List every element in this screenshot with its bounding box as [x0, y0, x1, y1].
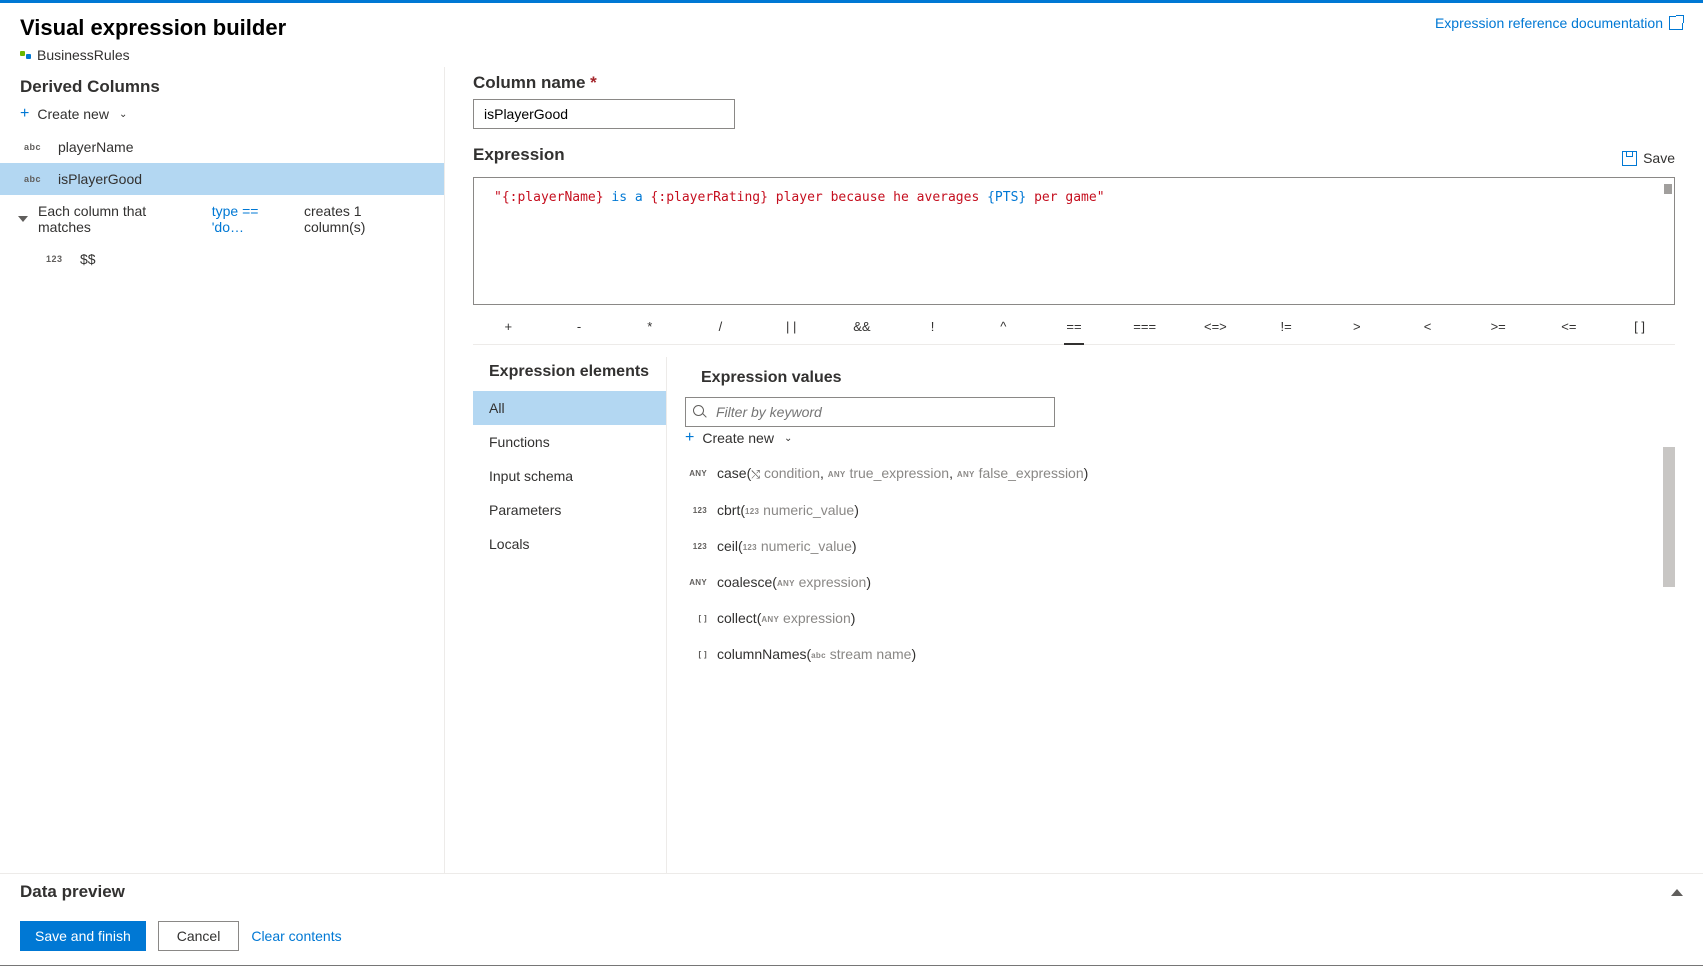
app-frame: Visual expression builder BusinessRules …: [0, 3, 1703, 966]
doc-link-label: Expression reference documentation: [1435, 15, 1663, 31]
header: Visual expression builder BusinessRules …: [0, 3, 1703, 67]
fn-columnNames[interactable]: [ ]columnNames(abc stream name): [685, 636, 1657, 672]
operator-[interactable]: +: [473, 313, 544, 344]
content-pane: Column name * Expression Save "{:playerN…: [445, 67, 1703, 873]
return-type: [ ]: [685, 650, 707, 659]
chevron-down-icon: ⌄: [119, 109, 127, 120]
chevron-up-icon: [1671, 889, 1683, 896]
fn-case[interactable]: ANYcase(⤭ condition, ANY true_expression…: [685, 455, 1657, 492]
operator-[interactable]: ==: [1039, 313, 1110, 344]
operator-[interactable]: <: [1392, 313, 1463, 344]
save-label: Save: [1643, 150, 1675, 166]
elements-title: Expression elements: [473, 357, 666, 391]
pattern-prefix: Each column that matches: [38, 203, 202, 235]
derived-columns-sidebar: Derived Columns + Create new ⌄ abc player…: [0, 67, 445, 873]
dataset-name: BusinessRules: [37, 47, 130, 63]
element-functions[interactable]: Functions: [473, 425, 666, 459]
expression-editor[interactable]: "{:playerName} is a {:playerRating} play…: [473, 177, 1675, 305]
col-name: playerName: [58, 139, 133, 155]
values-title: Expression values: [685, 363, 1657, 397]
return-type: 123: [685, 506, 707, 515]
element-parameters[interactable]: Parameters: [473, 493, 666, 527]
expression-label: Expression: [473, 145, 565, 165]
data-preview-bar[interactable]: Data preview: [0, 873, 1703, 910]
page-title: Visual expression builder: [20, 15, 286, 41]
sidebar-title: Derived Columns: [0, 73, 444, 103]
plus-icon: +: [685, 429, 694, 447]
operator-[interactable]: /: [685, 313, 756, 344]
operator-[interactable]: *: [614, 313, 685, 344]
pattern-condition[interactable]: type == 'do…: [212, 203, 294, 235]
search-icon: [693, 405, 707, 419]
chevron-down-icon: ⌄: [784, 433, 792, 444]
fn-collect[interactable]: [ ]collect(ANY expression): [685, 600, 1657, 636]
element-input-schema[interactable]: Input schema: [473, 459, 666, 493]
cancel-button[interactable]: Cancel: [158, 921, 240, 951]
operator-[interactable]: >=: [1463, 313, 1534, 344]
sub-col-name: $$: [80, 251, 96, 267]
operator-toolbar: +-*/| |&&!^=====<=>!=><>=<=[ ]: [473, 313, 1675, 345]
external-link-icon: [1669, 16, 1683, 30]
preview-title: Data preview: [20, 882, 125, 902]
element-locals[interactable]: Locals: [473, 527, 666, 561]
clear-contents-link[interactable]: Clear contents: [251, 928, 341, 944]
filter-input[interactable]: [685, 397, 1055, 427]
expression-elements-panel: Expression elements AllFunctionsInput sc…: [473, 357, 667, 873]
column-name-label: Column name *: [473, 73, 1675, 93]
create-new-value[interactable]: + Create new ⌄: [685, 427, 1657, 455]
return-type: [ ]: [685, 614, 707, 623]
fn-cbrt[interactable]: 123cbrt(123 numeric_value): [685, 492, 1657, 528]
operator-[interactable]: -: [544, 313, 615, 344]
pattern-sub-column[interactable]: 123 $$: [0, 243, 444, 275]
operator-[interactable]: ^: [968, 313, 1039, 344]
editor-scrollbar[interactable]: [1664, 184, 1672, 194]
breadcrumb: BusinessRules: [20, 47, 286, 63]
doc-link[interactable]: Expression reference documentation: [1435, 15, 1683, 31]
operator-[interactable]: ===: [1109, 313, 1180, 344]
save-finish-button[interactable]: Save and finish: [20, 921, 146, 951]
plus-icon: +: [20, 105, 29, 123]
operator-[interactable]: [ ]: [1604, 313, 1675, 344]
fn-ceil[interactable]: 123ceil(123 numeric_value): [685, 528, 1657, 564]
operator-[interactable]: | |: [756, 313, 827, 344]
values-scrollbar[interactable]: [1663, 447, 1675, 873]
operator-[interactable]: &&: [827, 313, 898, 344]
save-expression-button[interactable]: Save: [1622, 150, 1675, 166]
create-new-label: Create new: [37, 106, 109, 122]
type-tag: abc: [24, 174, 46, 184]
col-name: isPlayerGood: [58, 171, 142, 187]
create-new-value-label: Create new: [702, 430, 774, 446]
return-type: ANY: [685, 469, 707, 478]
column-item[interactable]: abc isPlayerGood: [0, 163, 444, 195]
create-new-column[interactable]: + Create new ⌄: [0, 103, 444, 131]
column-name-input[interactable]: [473, 99, 735, 129]
return-type: 123: [685, 542, 707, 551]
expression-values-panel: Expression values + Create new ⌄ ANYcase…: [667, 357, 1675, 873]
pattern-row[interactable]: Each column that matches type == 'do… cr…: [0, 195, 444, 243]
operator-[interactable]: >: [1321, 313, 1392, 344]
column-item[interactable]: abc playerName: [0, 131, 444, 163]
footer: Save and finish Cancel Clear contents: [0, 910, 1703, 965]
operator-[interactable]: !=: [1251, 313, 1322, 344]
save-icon: [1622, 151, 1637, 166]
caret-down-icon: [18, 216, 28, 222]
element-all[interactable]: All: [473, 391, 666, 425]
operator-[interactable]: <=: [1534, 313, 1605, 344]
dataset-icon: [20, 49, 32, 61]
main: Derived Columns + Create new ⌄ abc player…: [0, 67, 1703, 873]
type-tag: 123: [46, 254, 68, 264]
operator-[interactable]: <=>: [1180, 313, 1251, 344]
fn-coalesce[interactable]: ANYcoalesce(ANY expression): [685, 564, 1657, 600]
lower-panels: Expression elements AllFunctionsInput sc…: [473, 357, 1675, 873]
return-type: ANY: [685, 578, 707, 587]
operator-[interactable]: !: [897, 313, 968, 344]
pattern-suffix: creates 1 column(s): [304, 203, 426, 235]
type-tag: abc: [24, 142, 46, 152]
